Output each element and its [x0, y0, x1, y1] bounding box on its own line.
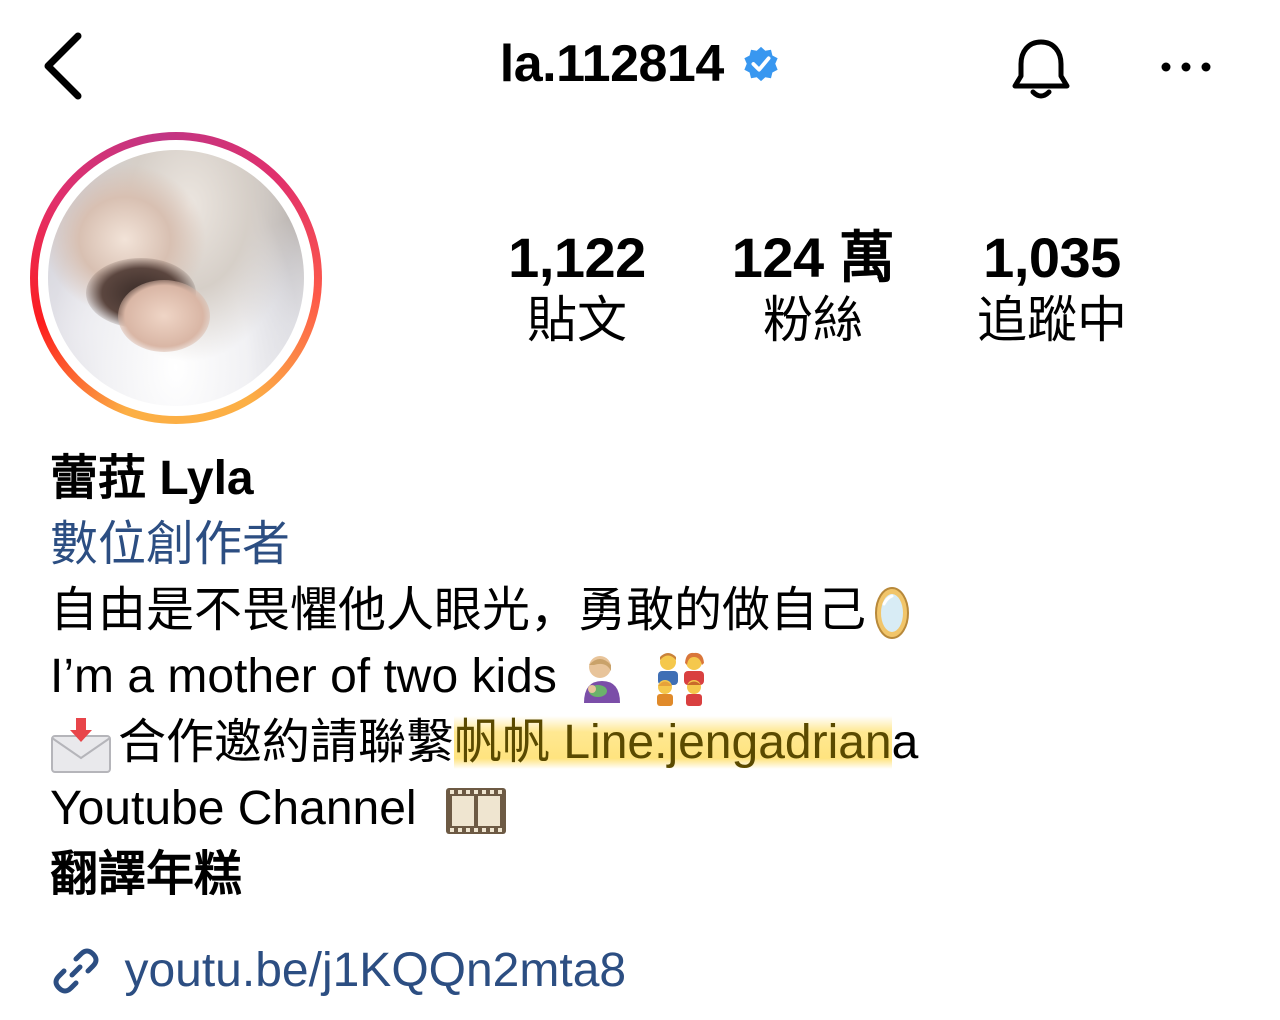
family-emoji-icon [656, 653, 704, 707]
following-label: 追蹤中 [977, 292, 1127, 348]
bio-text: a [891, 716, 919, 769]
profile-header-title: la.112814 [0, 34, 1280, 94]
more-options-button[interactable] [1158, 58, 1214, 76]
bio-text: 自由是不畏懼他人眼光，勇敢的做自己 [50, 584, 867, 637]
link-url[interactable]: youtu.be/j1KQQn2mta8 [124, 944, 626, 997]
display-name: 蕾菈 Lyla [50, 452, 254, 505]
breastfeeding-emoji-icon [584, 656, 621, 704]
avatar[interactable] [48, 150, 304, 406]
profile-screen: la.112814 1,122 貼文 124 萬 粉絲 1,035 追蹤中 蕾菈… [0, 0, 1280, 1020]
bio-line: Youtube Channel [50, 776, 1250, 842]
more-horizontal-icon [1161, 62, 1211, 72]
film-frames-emoji-icon [445, 788, 506, 835]
bio-line: 自由是不畏懼他人眼光，勇敢的做自己 [50, 578, 1250, 644]
story-ring[interactable] [30, 132, 322, 424]
bio-text: Youtube Channel [50, 782, 417, 835]
profile-bio: 蕾菈 Lyla 數位創作者 自由是不畏懼他人眼光，勇敢的做自己 I’m a mo… [50, 446, 1250, 908]
posts-value: 1,122 [508, 226, 646, 289]
following-value: 1,035 [983, 226, 1121, 289]
posts-label: 貼文 [527, 292, 627, 348]
avatar-detail [118, 280, 210, 352]
bell-icon [1012, 39, 1070, 99]
followers-label: 粉絲 [763, 292, 863, 348]
username: la.112814 [499, 35, 724, 93]
see-translation-link[interactable]: 翻譯年糕 [50, 842, 1250, 908]
verified-badge-icon [744, 46, 778, 82]
profile-category: 數位創作者 [50, 518, 291, 571]
following-count[interactable]: 1,035 追蹤中 [942, 226, 1162, 352]
bio-line: 合作邀約請聯繫帆帆 Line:jengadriana [50, 710, 1250, 776]
mirror-emoji-icon [875, 587, 910, 640]
bio-text: 合作邀約請聯繫 [118, 716, 455, 769]
bio-text: I’m a mother of two kids [50, 650, 557, 703]
bio-line: I’m a mother of two kids [50, 644, 1250, 710]
followers-value: 124 萬 [731, 226, 895, 289]
link-icon [53, 948, 99, 994]
highlighted-contact: 帆帆 Line:jengadrian [454, 716, 892, 769]
inbox-envelope-icon [51, 718, 111, 774]
posts-count[interactable]: 1,122 貼文 [467, 226, 687, 352]
profile-link[interactable]: youtu.be/j1KQQn2mta8 [50, 938, 626, 1004]
notifications-button[interactable] [1008, 36, 1074, 102]
followers-count[interactable]: 124 萬 粉絲 [703, 226, 923, 352]
